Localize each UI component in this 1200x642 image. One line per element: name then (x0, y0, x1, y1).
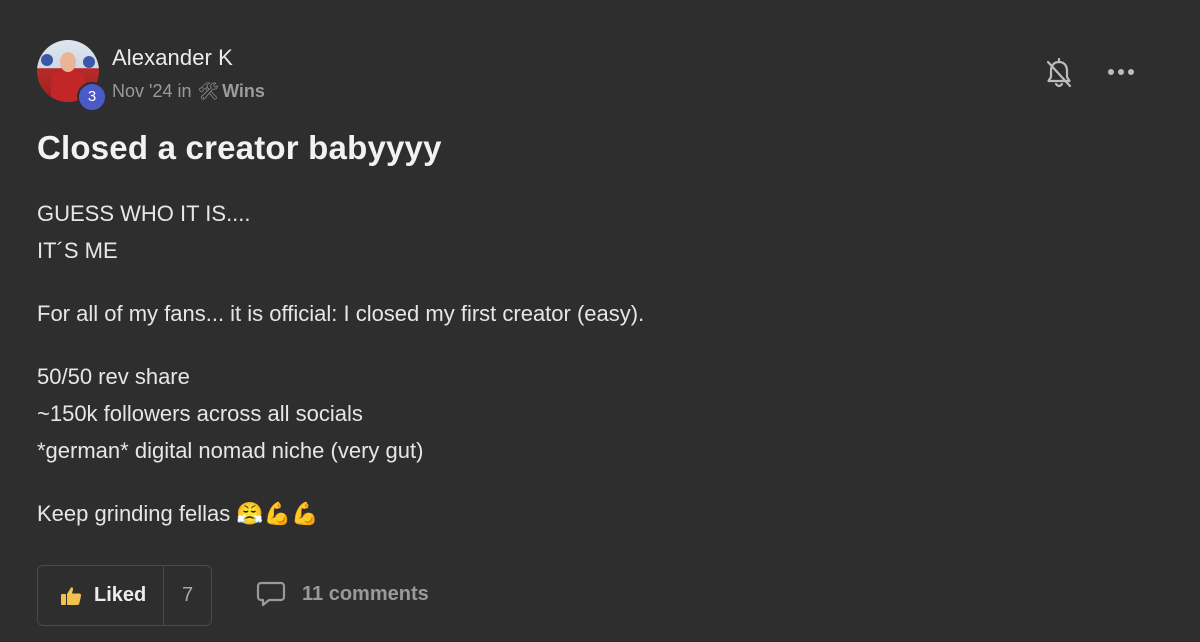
body-line: GUESS WHO IT IS.... (37, 201, 251, 226)
body-line: *german* digital nomad niche (very gut) (37, 438, 424, 463)
level-badge: 3 (77, 82, 107, 112)
comment-icon (256, 581, 286, 607)
avatar-logo-right (83, 56, 95, 68)
body-paragraph: For all of my fans... it is official: I … (37, 301, 645, 326)
comments-button[interactable]: 11 comments (256, 580, 429, 608)
post-meta: Nov '24 in 🛠 Wins (112, 81, 265, 102)
post-card: 3 Alexander K Nov '24 in 🛠 Wins Closed a… (0, 0, 1200, 642)
body-paragraph: GUESS WHO IT IS.... IT´S ME (37, 195, 1137, 269)
like-count[interactable]: 7 (164, 566, 211, 625)
body-paragraph: 50/50 rev share ~150k followers across a… (37, 358, 1137, 469)
tools-icon: 🛠 (197, 81, 220, 101)
comments-count-label: 11 comments (302, 582, 429, 605)
meta-in-word: in (177, 81, 192, 101)
post-body: GUESS WHO IT IS.... IT´S ME For all of m… (37, 195, 1137, 558)
post-title: Closed a creator babyyyy (37, 129, 442, 166)
author-avatar[interactable]: 3 (37, 40, 107, 112)
post-date[interactable]: Nov '24 (112, 81, 172, 102)
body-line: IT´S ME (37, 238, 118, 263)
body-line: ~150k followers across all socials (37, 401, 363, 426)
more-horizontal-icon (1108, 69, 1134, 75)
bell-off-icon (1046, 57, 1072, 88)
like-label: Liked (94, 584, 147, 606)
like-group: Liked 7 (37, 565, 212, 626)
thumbs-up-icon (61, 586, 82, 605)
category-link[interactable]: Wins (222, 81, 265, 102)
avatar-face (60, 52, 76, 72)
body-line: 50/50 rev share (37, 364, 190, 389)
notification-off-button[interactable] (1044, 57, 1074, 90)
avatar-logo-left (41, 54, 53, 66)
more-options-button[interactable] (1104, 62, 1138, 82)
body-paragraph: Keep grinding fellas 😤💪💪 (37, 501, 319, 526)
author-name[interactable]: Alexander K (112, 45, 233, 71)
like-button[interactable]: Liked (38, 566, 164, 625)
